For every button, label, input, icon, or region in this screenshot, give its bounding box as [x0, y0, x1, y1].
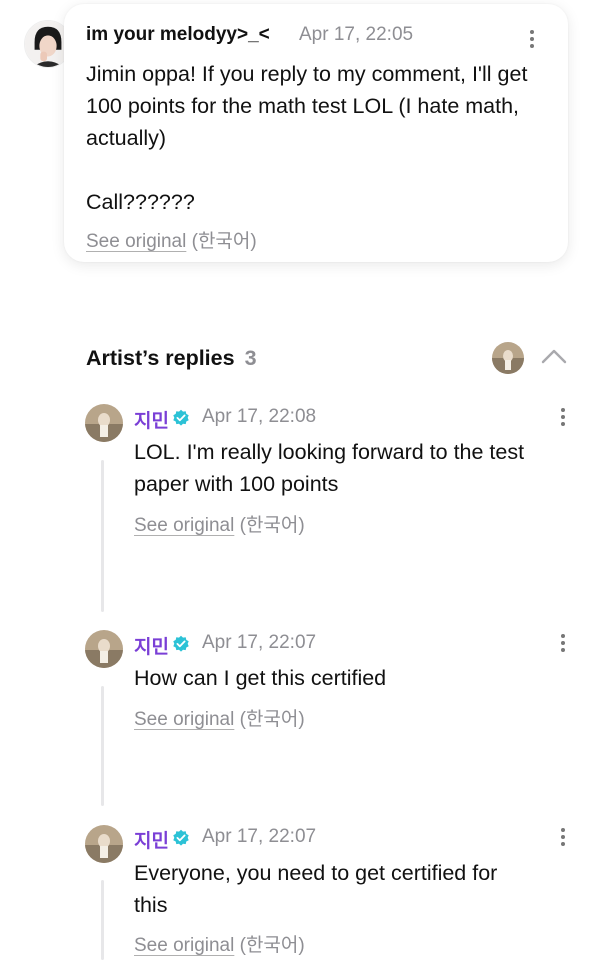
- verified-badge-icon: [173, 409, 189, 426]
- artist-avatar-small: [492, 342, 524, 374]
- comment-text: Jimin oppa! If you reply to my comment, …: [86, 62, 528, 214]
- kebab-menu-icon[interactable]: [558, 632, 568, 654]
- kebab-menu-icon[interactable]: [527, 28, 537, 50]
- original-language: (한국어): [239, 935, 305, 956]
- comment-author[interactable]: im your melodyy>_<: [86, 24, 270, 46]
- reply-timestamp: Apr 17, 22:07: [202, 826, 317, 847]
- verified-badge-icon: [173, 635, 189, 652]
- chevron-up-icon[interactable]: [540, 346, 568, 366]
- thread-line: [101, 880, 104, 960]
- thread-line: [101, 460, 104, 612]
- see-original-link[interactable]: See original: [134, 709, 234, 730]
- artist-avatar[interactable]: [85, 630, 123, 668]
- kebab-menu-icon[interactable]: [558, 406, 568, 428]
- reply-text: LOL. I'm really looking forward to the t…: [134, 440, 525, 496]
- reply-timestamp: Apr 17, 22:07: [202, 632, 317, 653]
- see-original-link[interactable]: See original: [134, 515, 234, 536]
- verified-badge-icon: [173, 829, 189, 846]
- comment-timestamp: Apr 17, 22:05: [299, 24, 414, 45]
- reply-text: Everyone, you need to get certified for …: [134, 861, 498, 917]
- artist-replies-count: 3: [244, 346, 257, 370]
- reply-timestamp: Apr 17, 22:08: [202, 406, 317, 427]
- thread-line: [101, 686, 104, 806]
- kebab-menu-icon[interactable]: [558, 826, 568, 848]
- original-language: (한국어): [191, 231, 257, 252]
- see-original: See original (한국어): [86, 226, 257, 253]
- artist-name[interactable]: 지민: [134, 632, 169, 659]
- comment-card: im your melodyy>_< Apr 17, 22:05 Jimin o…: [64, 4, 568, 262]
- see-original-link[interactable]: See original: [86, 231, 186, 252]
- reply-text: How can I get this certified: [134, 666, 387, 690]
- see-original: See original (한국어): [134, 930, 305, 957]
- original-language: (한국어): [239, 515, 305, 536]
- see-original: See original (한국어): [134, 510, 305, 537]
- artist-name[interactable]: 지민: [134, 406, 169, 433]
- artist-replies-header: Artist’s replies 3: [86, 346, 257, 371]
- artist-name[interactable]: 지민: [134, 826, 169, 853]
- see-original: See original (한국어): [134, 704, 305, 731]
- artist-replies-title: Artist’s replies: [86, 346, 235, 370]
- see-original-link[interactable]: See original: [134, 935, 234, 956]
- artist-avatar[interactable]: [85, 404, 123, 442]
- artist-avatar[interactable]: [85, 825, 123, 863]
- original-language: (한국어): [239, 709, 305, 730]
